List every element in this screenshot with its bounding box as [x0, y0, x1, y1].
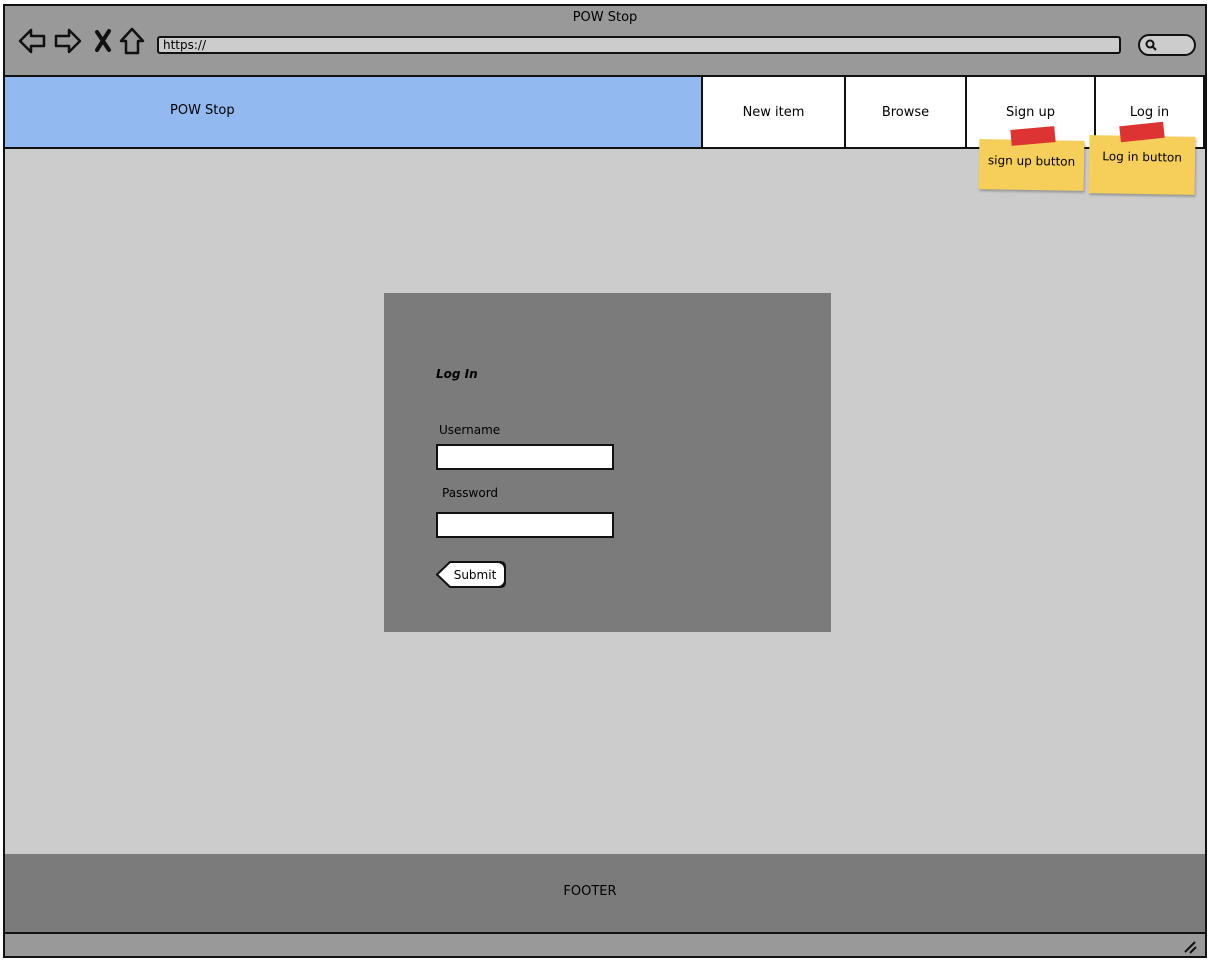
browser-search-box[interactable]: [1138, 34, 1196, 56]
nav-browse-button[interactable]: Browse: [846, 77, 967, 147]
sticky-note-sign-up: sign up button: [978, 139, 1085, 191]
nav-browse-label: Browse: [881, 104, 930, 120]
nav-sign-up-label: Sign up: [1006, 104, 1055, 120]
username-input[interactable]: [436, 444, 614, 470]
login-title: Log In: [436, 367, 478, 381]
nav-new-item-label: New item: [742, 104, 805, 120]
browser-window: POW Stop https:// POW Stop New item Brow…: [3, 4, 1207, 958]
back-arrow-icon[interactable]: [17, 26, 47, 56]
resize-grip-icon[interactable]: [1183, 940, 1197, 954]
search-icon: [1145, 39, 1157, 51]
address-bar[interactable]: https://: [157, 36, 1121, 54]
sticky-note-text: sign up button: [987, 153, 1076, 169]
sticky-note-log-in: Log in button: [1088, 135, 1196, 195]
site-brand[interactable]: POW Stop: [5, 77, 703, 147]
window-title: POW Stop: [572, 10, 638, 25]
browser-status-bar: [5, 934, 1205, 956]
submit-button-outline: [436, 561, 506, 588]
password-label: Password: [442, 486, 499, 500]
browser-toolbar: POW Stop https://: [5, 6, 1205, 77]
footer-label: FOOTER: [563, 884, 617, 899]
site-footer: FOOTER: [5, 854, 1205, 934]
password-input[interactable]: [436, 512, 614, 538]
username-label: Username: [439, 423, 501, 437]
forward-arrow-icon[interactable]: [53, 26, 83, 56]
sticky-note-text: Log in button: [1102, 149, 1183, 165]
login-panel: Log In Username Password Submit: [384, 293, 831, 632]
home-icon[interactable]: [117, 26, 147, 56]
nav-log-in-label: Log in: [1129, 104, 1170, 120]
nav-new-item-button[interactable]: New item: [703, 77, 846, 147]
brand-label: POW Stop: [170, 103, 235, 118]
